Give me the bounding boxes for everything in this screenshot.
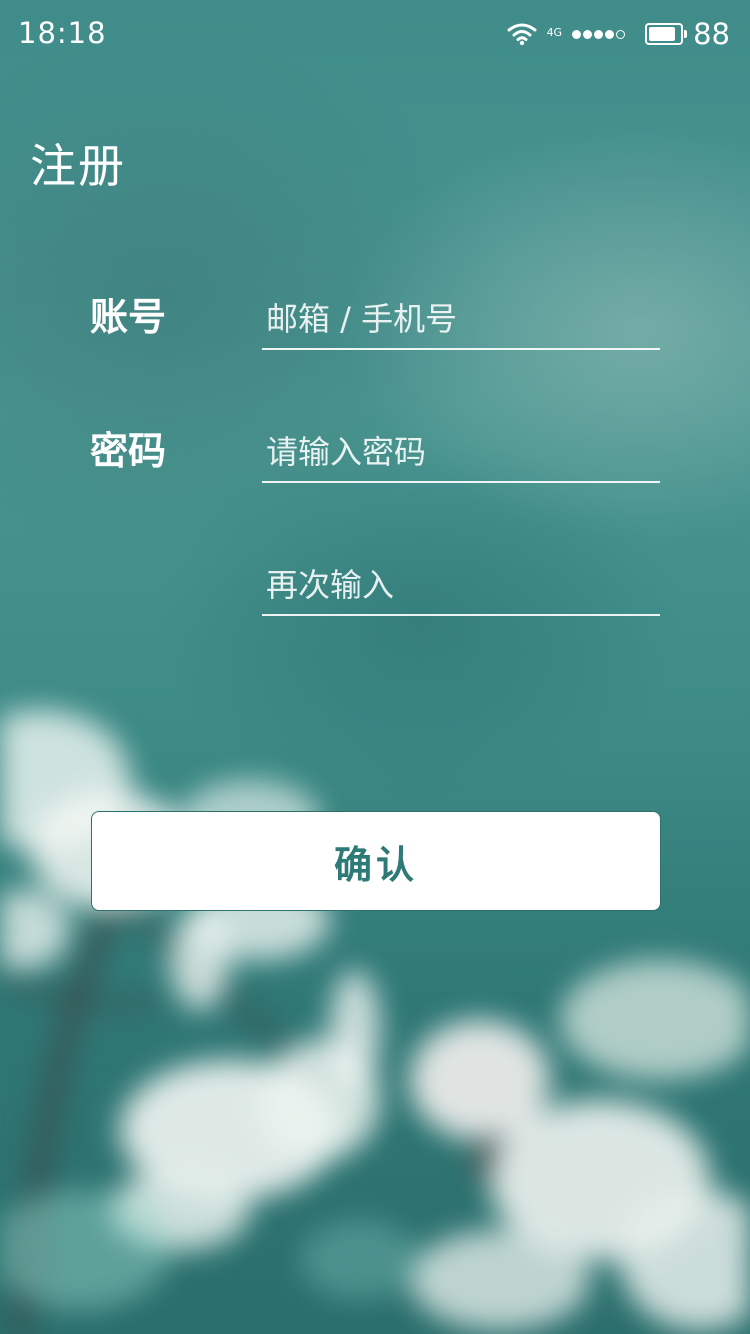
password-input[interactable] (262, 423, 660, 483)
confirm-password-input[interactable] (262, 556, 660, 616)
page-title: 注册 (30, 139, 126, 193)
status-bar: 18:18 4G 88 (0, 0, 750, 70)
signal-icon (572, 29, 626, 39)
status-time: 18:18 (18, 16, 107, 50)
battery-level: 88 (693, 17, 730, 51)
account-input[interactable] (262, 290, 660, 350)
password-label: 密码 (90, 429, 167, 473)
confirm-button[interactable]: 确认 (91, 811, 661, 911)
status-indicators: 4G 88 (507, 16, 730, 52)
register-screen: 18:18 4G 88 注册 账号 密码 确认 (0, 0, 750, 1334)
account-label: 账号 (90, 295, 167, 339)
wifi-icon (507, 23, 537, 46)
battery-icon (645, 23, 688, 45)
network-type: 4G (546, 25, 563, 39)
flower-background-image (0, 710, 750, 1334)
